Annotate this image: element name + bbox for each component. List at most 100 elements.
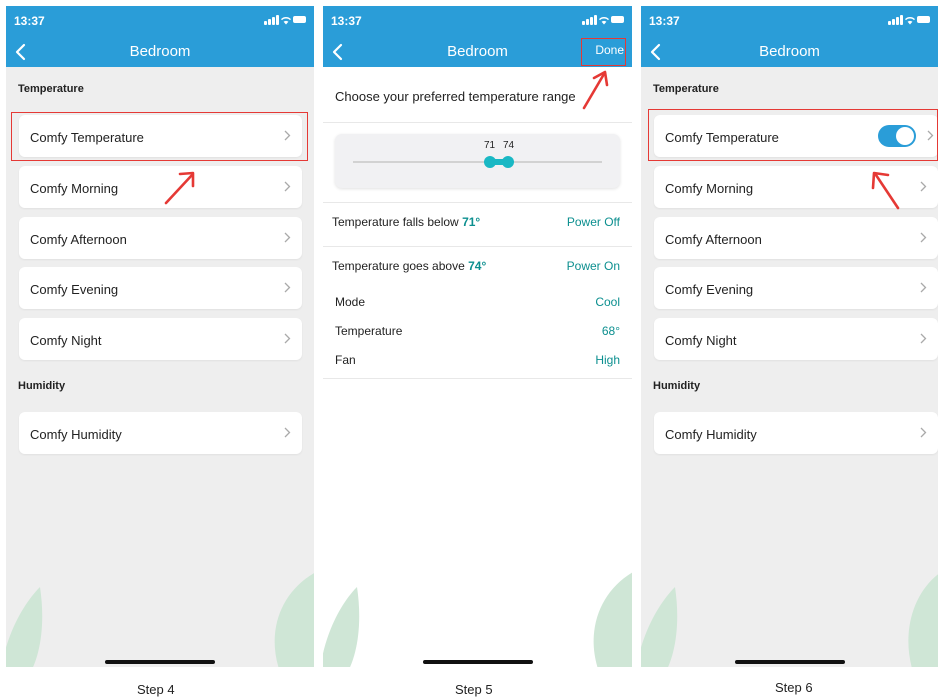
toggle-knob <box>896 127 914 145</box>
list-item-label: Comfy Afternoon <box>30 232 127 247</box>
leaf-decoration <box>323 587 360 667</box>
screen-content: Temperature Comfy Temperature Comfy Morn… <box>6 67 314 667</box>
leaf-decoration <box>274 573 314 667</box>
divider <box>323 246 632 247</box>
comfy-temperature-item[interactable]: Comfy Temperature <box>19 115 302 157</box>
humidity-section-label: Humidity <box>18 380 66 392</box>
status-icons <box>264 15 306 25</box>
range-low-value: 71 <box>484 140 496 151</box>
list-item-label: Comfy Evening <box>30 282 119 297</box>
above-rule-label: Temperature goes above 74° <box>332 259 487 273</box>
comfy-evening-item[interactable]: Comfy Evening <box>19 267 302 309</box>
power-off-action[interactable]: Power Off <box>567 215 620 229</box>
step6-caption: Step 6 <box>775 680 813 695</box>
chevron-right-icon <box>920 427 927 438</box>
below-threshold-value: 71° <box>462 215 481 229</box>
temperature-setting-value[interactable]: 68° <box>602 324 620 338</box>
step5-screen: 13:37 Bedroom Done Choose your preferred… <box>323 6 632 667</box>
wifi-icon <box>904 17 916 25</box>
wifi-icon <box>280 17 292 25</box>
comfy-evening-item[interactable]: Comfy Evening <box>654 267 938 309</box>
leaf-decoration <box>908 574 938 667</box>
leaf-decoration <box>6 587 43 667</box>
list-item-label: Comfy Humidity <box>30 427 122 442</box>
list-item-label: Comfy Night <box>665 333 737 348</box>
chevron-right-icon <box>920 282 927 293</box>
humidity-section-label: Humidity <box>653 380 701 392</box>
screen-title: Bedroom <box>129 43 191 60</box>
list-item-label: Comfy Morning <box>30 181 119 196</box>
wifi-icon <box>598 17 610 25</box>
signal-icon <box>888 15 903 25</box>
step6-screen: 13:37 Bedroom Temperature Comfy Temperat… <box>641 6 938 667</box>
comfy-night-item[interactable]: Comfy Night <box>654 318 938 360</box>
temperature-section-label: Temperature <box>653 83 719 95</box>
list-item-label: Comfy Temperature <box>665 130 779 145</box>
comfy-temperature-toggle[interactable] <box>878 125 916 147</box>
list-item-label: Comfy Afternoon <box>665 232 762 247</box>
app-header: 13:37 Bedroom <box>641 6 938 67</box>
chevron-right-icon <box>284 130 291 141</box>
screen-content: Choose your preferred temperature range … <box>323 67 632 667</box>
list-item-label: Comfy Morning <box>665 181 754 196</box>
comfy-morning-item[interactable]: Comfy Morning <box>654 166 938 208</box>
chevron-right-icon <box>920 333 927 344</box>
app-header: 13:37 Bedroom <box>6 6 314 67</box>
chevron-right-icon <box>920 232 927 243</box>
temperature-section-label: Temperature <box>18 83 84 95</box>
range-prompt: Choose your preferred temperature range <box>335 89 576 104</box>
chevron-right-icon <box>284 181 291 192</box>
app-header: 13:37 Bedroom Done <box>323 6 632 67</box>
list-item-label: Comfy Temperature <box>30 130 144 145</box>
home-indicator <box>734 660 845 664</box>
power-on-action[interactable]: Power On <box>567 259 620 273</box>
screen-title: Bedroom <box>447 43 508 60</box>
status-time: 13:37 <box>649 14 680 28</box>
chevron-right-icon <box>284 282 291 293</box>
screen-title: Bedroom <box>759 43 820 60</box>
step5-caption: Step 5 <box>455 682 493 697</box>
fan-label: Fan <box>335 353 356 367</box>
status-icons <box>582 15 624 25</box>
comfy-afternoon-item[interactable]: Comfy Afternoon <box>19 217 302 259</box>
battery-icon <box>611 16 624 23</box>
divider <box>323 202 632 203</box>
comfy-humidity-item[interactable]: Comfy Humidity <box>19 412 302 454</box>
comfy-morning-item[interactable]: Comfy Morning <box>19 166 302 208</box>
comfy-afternoon-item[interactable]: Comfy Afternoon <box>654 217 938 259</box>
home-indicator <box>105 660 215 664</box>
divider <box>323 122 632 123</box>
status-time: 13:37 <box>14 14 45 28</box>
temperature-setting-label: Temperature <box>335 324 403 338</box>
mode-value[interactable]: Cool <box>595 295 620 309</box>
battery-icon <box>293 16 306 23</box>
chevron-right-icon <box>284 427 291 438</box>
list-item-label: Comfy Humidity <box>665 427 757 442</box>
home-indicator <box>422 660 533 664</box>
list-item-label: Comfy Night <box>30 333 102 348</box>
temperature-range-slider[interactable]: 71 74 <box>335 134 620 188</box>
chevron-right-icon <box>920 181 927 192</box>
slider-track <box>353 161 602 163</box>
chevron-right-icon <box>927 130 934 141</box>
done-button[interactable]: Done <box>595 43 624 57</box>
slider-high-knob[interactable] <box>502 156 514 168</box>
signal-icon <box>582 15 597 25</box>
above-threshold-value: 74° <box>468 259 487 273</box>
below-rule-label: Temperature falls below 71° <box>332 215 481 229</box>
leaf-decoration <box>593 572 632 667</box>
fan-value[interactable]: High <box>595 353 620 367</box>
range-high-value: 74 <box>503 140 515 151</box>
slider-low-knob[interactable] <box>484 156 496 168</box>
signal-icon <box>264 15 279 25</box>
step4-screen: 13:37 Bedroom Temperature Comfy Temperat… <box>6 6 314 667</box>
step4-caption: Step 4 <box>137 682 175 697</box>
status-icons <box>888 15 930 25</box>
comfy-night-item[interactable]: Comfy Night <box>19 318 302 360</box>
status-time: 13:37 <box>331 14 362 28</box>
comfy-humidity-item[interactable]: Comfy Humidity <box>654 412 938 454</box>
comfy-temperature-item[interactable]: Comfy Temperature <box>654 115 938 157</box>
chevron-right-icon <box>284 232 291 243</box>
battery-icon <box>917 16 930 23</box>
chevron-right-icon <box>284 333 291 344</box>
